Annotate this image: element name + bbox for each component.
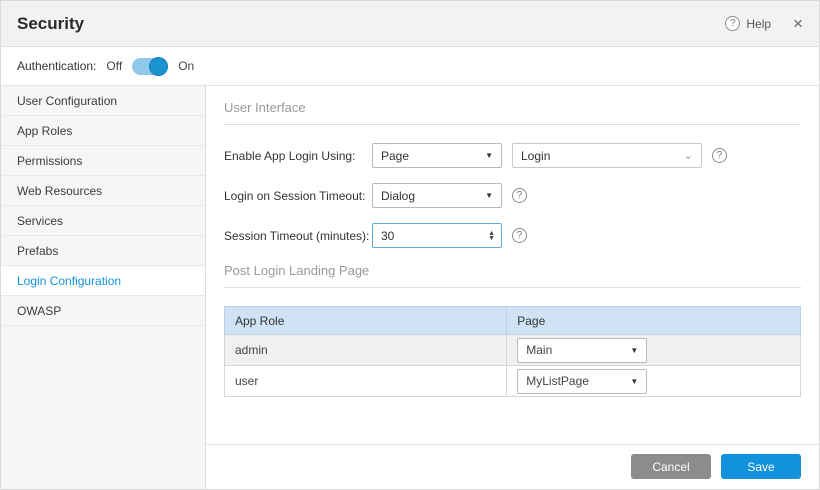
- sidebar-item-app-roles[interactable]: App Roles: [1, 116, 205, 146]
- admin-page-value: Main: [526, 343, 552, 357]
- page-title: Security: [17, 14, 84, 34]
- help-icon[interactable]: ?: [712, 148, 727, 163]
- sidebar: User Configuration App Roles Permissions…: [1, 86, 206, 489]
- section-title-post-login: Post Login Landing Page: [224, 263, 801, 288]
- table-header-row: App Role Page: [225, 307, 801, 335]
- session-timeout-minutes-label: Session Timeout (minutes):: [224, 229, 372, 243]
- timeout-type-value: Dialog: [381, 189, 415, 203]
- chevron-down-icon: ⌄: [684, 149, 693, 162]
- user-page-value: MyListPage: [526, 374, 589, 388]
- sidebar-item-web-resources[interactable]: Web Resources: [1, 176, 205, 206]
- sidebar-item-owasp[interactable]: OWASP: [1, 296, 205, 326]
- number-stepper-icon[interactable]: ▲▼: [488, 231, 495, 241]
- authentication-row: Authentication: Off On: [1, 47, 819, 86]
- main-content: User Interface Enable App Login Using: P…: [206, 86, 819, 444]
- help-icon[interactable]: ?: [512, 228, 527, 243]
- toggle-off-label: Off: [106, 59, 122, 73]
- post-login-table: App Role Page admin Main ▼: [224, 306, 801, 397]
- help-label: Help: [746, 17, 771, 31]
- page-cell: MyListPage ▼: [507, 366, 801, 397]
- authentication-label: Authentication:: [17, 59, 96, 73]
- admin-page-select[interactable]: Main ▼: [517, 338, 647, 363]
- session-timeout-type-row: Login on Session Timeout: Dialog ▼ ?: [224, 183, 801, 208]
- app-role-cell: user: [225, 366, 507, 397]
- sidebar-item-prefabs[interactable]: Prefabs: [1, 236, 205, 266]
- section-title-user-interface: User Interface: [224, 100, 801, 125]
- sidebar-item-label: OWASP: [17, 304, 61, 318]
- login-type-value: Page: [381, 149, 409, 163]
- caret-down-icon: ▼: [630, 346, 638, 355]
- close-icon[interactable]: ×: [793, 15, 803, 32]
- caret-down-icon: ▼: [630, 377, 638, 386]
- user-page-select[interactable]: MyListPage ▼: [517, 369, 647, 394]
- sidebar-item-label: Prefabs: [17, 244, 58, 258]
- security-dialog: Security ? Help × Authentication: Off On…: [0, 0, 820, 490]
- sidebar-item-label: Services: [17, 214, 63, 228]
- enable-app-login-row: Enable App Login Using: Page ▼ Login ⌄ ?: [224, 143, 801, 168]
- enable-app-login-label: Enable App Login Using:: [224, 149, 372, 163]
- session-timeout-minutes-row: Session Timeout (minutes): ▲▼ ?: [224, 223, 801, 248]
- cancel-button[interactable]: Cancel: [631, 454, 711, 479]
- table-row: user MyListPage ▼: [225, 366, 801, 397]
- sidebar-item-permissions[interactable]: Permissions: [1, 146, 205, 176]
- help-icon: ?: [725, 16, 740, 31]
- sidebar-item-label: Permissions: [17, 154, 82, 168]
- sidebar-item-label: Web Resources: [17, 184, 102, 198]
- caret-down-icon: ▼: [485, 191, 493, 200]
- caret-down-icon: ▼: [485, 151, 493, 160]
- dialog-header: Security ? Help ×: [1, 1, 819, 47]
- page-cell: Main ▼: [507, 335, 801, 366]
- auth-toggle[interactable]: [132, 58, 168, 75]
- session-timeout-type-label: Login on Session Timeout:: [224, 189, 372, 203]
- login-type-select[interactable]: Page ▼: [372, 143, 502, 168]
- column-header-app-role: App Role: [225, 307, 507, 335]
- session-timeout-input-wrap: ▲▼: [372, 223, 502, 248]
- app-role-cell: admin: [225, 335, 507, 366]
- toggle-knob: [149, 57, 168, 76]
- help-icon[interactable]: ?: [512, 188, 527, 203]
- toggle-on-label: On: [178, 59, 194, 73]
- column-header-page: Page: [507, 307, 801, 335]
- sidebar-item-user-configuration[interactable]: User Configuration: [1, 86, 205, 116]
- save-button[interactable]: Save: [721, 454, 801, 479]
- sidebar-item-label: User Configuration: [17, 94, 117, 108]
- login-page-value: Login: [521, 149, 550, 163]
- sidebar-item-label: App Roles: [17, 124, 72, 138]
- dialog-body: User Configuration App Roles Permissions…: [1, 86, 819, 489]
- main-panel: User Interface Enable App Login Using: P…: [206, 86, 819, 489]
- session-timeout-input[interactable]: [381, 229, 471, 243]
- sidebar-item-label: Login Configuration: [17, 274, 121, 288]
- help-button[interactable]: ? Help: [725, 16, 771, 31]
- table-row: admin Main ▼: [225, 335, 801, 366]
- sidebar-item-login-configuration[interactable]: Login Configuration: [1, 266, 205, 296]
- login-page-select[interactable]: Login ⌄: [512, 143, 702, 168]
- sidebar-item-services[interactable]: Services: [1, 206, 205, 236]
- footer-bar: Cancel Save: [206, 444, 819, 489]
- timeout-type-select[interactable]: Dialog ▼: [372, 183, 502, 208]
